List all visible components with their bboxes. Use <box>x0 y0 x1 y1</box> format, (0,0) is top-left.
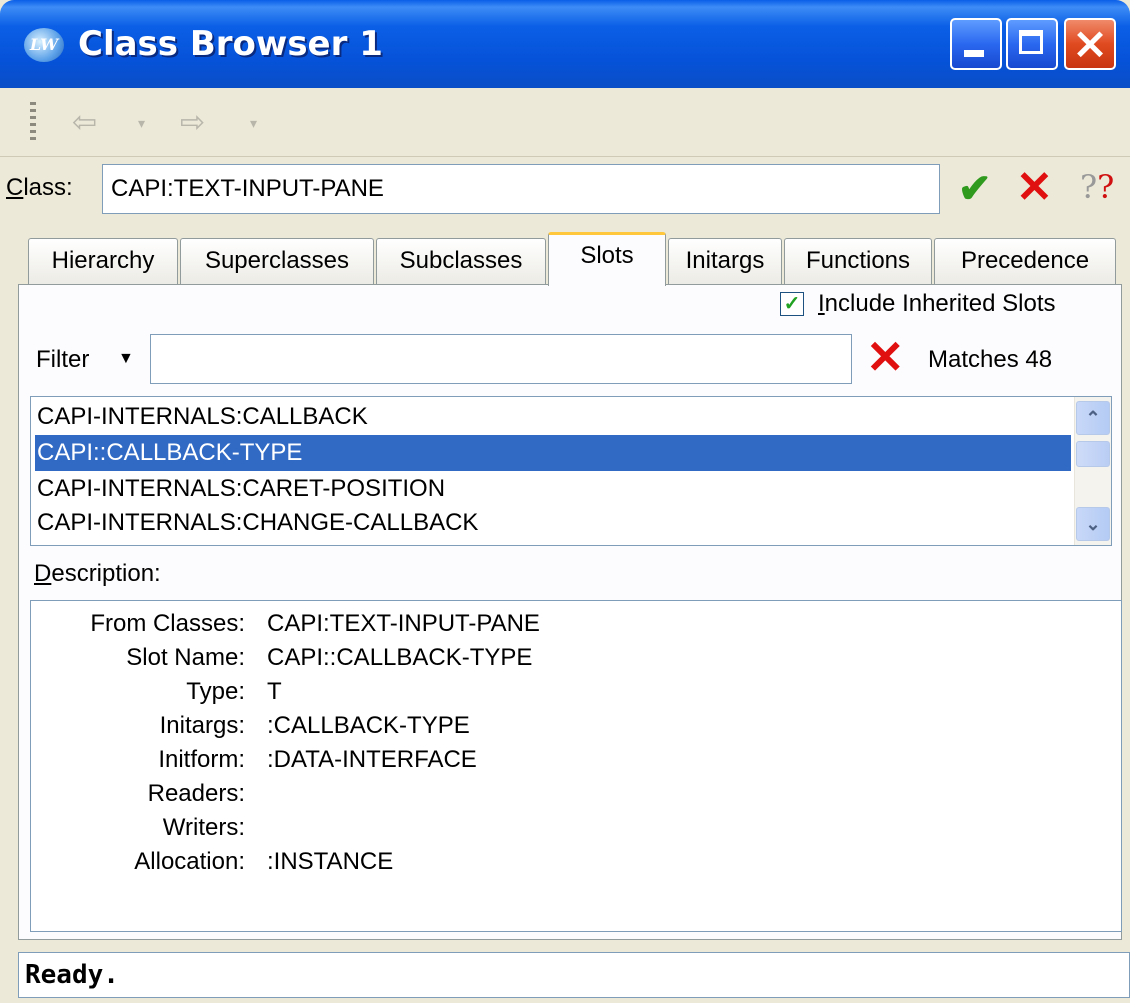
lw-app-icon: LW <box>24 28 64 62</box>
description-label-text: escription: <box>51 560 161 587</box>
close-button[interactable]: × <box>1064 18 1116 70</box>
slot-list-scrollbar[interactable]: ⌃ ⌄ <box>1074 397 1111 545</box>
description-row: Writers: <box>31 811 1111 845</box>
filter-input[interactable] <box>150 334 852 384</box>
include-inherited-text: nclude Inherited Slots <box>824 290 1056 317</box>
include-inherited-label[interactable]: Include Inherited Slots <box>818 290 1055 318</box>
help-icon-mark: ? <box>1097 168 1115 206</box>
back-dropdown-icon[interactable]: ▾ <box>138 106 145 140</box>
description-row: Readers: <box>31 777 1111 811</box>
description-box[interactable]: From Classes: CAPI:TEXT-INPUT-PANE Slot … <box>30 600 1122 932</box>
description-key: Writers: <box>162 814 245 841</box>
close-icon: × <box>1071 18 1109 69</box>
help-icon[interactable]: ?? <box>1080 168 1114 206</box>
description-value: CAPI::CALLBACK-TYPE <box>267 644 533 671</box>
toolbar-grip[interactable] <box>30 102 36 142</box>
minimize-icon <box>964 50 984 57</box>
window-title: Class Browser 1 <box>78 24 383 64</box>
description-key: Type: <box>186 678 245 705</box>
include-inherited-mnemonic: I <box>818 290 825 317</box>
slot-list-item[interactable]: CAPI-INTERNALS:CHANGE-CALLBACK <box>35 505 1071 541</box>
description-value: T <box>267 678 282 705</box>
cancel-x-icon[interactable]: ✕ <box>1016 162 1053 213</box>
description-value: :CALLBACK-TYPE <box>267 712 470 739</box>
forward-arrow-icon[interactable]: ⇨ <box>180 106 205 140</box>
class-label-text: lass: <box>23 174 73 201</box>
forward-dropdown-icon[interactable]: ▾ <box>250 106 257 140</box>
back-arrow-icon[interactable]: ⇦ <box>72 106 97 140</box>
slot-list[interactable]: CAPI-INTERNALS:CALLBACK CAPI::CALLBACK-T… <box>30 396 1112 546</box>
description-key: Allocation: <box>134 848 245 875</box>
include-inherited-checkbox[interactable]: ✓ <box>780 292 804 316</box>
tab-strip: Hierarchy Superclasses Subclasses Slots … <box>28 232 1124 286</box>
description-mnemonic: D <box>34 560 52 587</box>
description-key: Initform: <box>158 746 245 773</box>
description-key: Readers: <box>147 780 245 807</box>
class-browser-window: LW Class Browser 1 × ⇦ ▾ ⇨ ▾ Class: CAPI… <box>0 0 1130 1003</box>
tab-precedence[interactable]: Precedence <box>934 238 1116 284</box>
tab-slots[interactable]: Slots <box>548 232 666 286</box>
scroll-down-icon[interactable]: ⌄ <box>1076 507 1110 541</box>
description-row: Initargs: :CALLBACK-TYPE <box>31 709 1111 743</box>
filter-label[interactable]: Filter <box>36 346 89 374</box>
ok-check-icon[interactable]: ✔ <box>958 166 992 212</box>
maximize-button[interactable] <box>1006 18 1058 70</box>
tab-functions[interactable]: Functions <box>784 238 932 284</box>
tab-superclasses[interactable]: Superclasses <box>180 238 374 284</box>
title-bar[interactable]: LW Class Browser 1 × <box>0 0 1130 88</box>
class-label-mnemonic: C <box>6 174 24 201</box>
filter-clear-icon[interactable]: ✕ <box>866 330 905 384</box>
description-row: Allocation: :INSTANCE <box>31 845 1111 879</box>
description-key: Initargs: <box>159 712 245 739</box>
class-label: Class: <box>6 174 73 202</box>
description-value: :DATA-INTERFACE <box>267 746 477 773</box>
tab-subclasses[interactable]: Subclasses <box>376 238 546 284</box>
maximize-icon <box>1019 30 1043 54</box>
scroll-thumb[interactable] <box>1076 441 1110 467</box>
tab-initargs[interactable]: Initargs <box>668 238 782 284</box>
tab-hierarchy[interactable]: Hierarchy <box>28 238 178 284</box>
description-key: Slot Name: <box>126 644 245 671</box>
filter-dropdown-icon[interactable]: ▼ <box>118 350 134 368</box>
scroll-up-icon[interactable]: ⌃ <box>1076 401 1110 435</box>
description-row: Initform: :DATA-INTERFACE <box>31 743 1111 777</box>
description-row: Slot Name: CAPI::CALLBACK-TYPE <box>31 641 1111 675</box>
description-row: From Classes: CAPI:TEXT-INPUT-PANE <box>31 607 1111 641</box>
class-input[interactable]: CAPI:TEXT-INPUT-PANE <box>102 164 940 214</box>
description-value: CAPI:TEXT-INPUT-PANE <box>267 610 540 637</box>
description-key: From Classes: <box>90 610 245 637</box>
description-row: Type: T <box>31 675 1111 709</box>
status-bar: Ready. <box>18 952 1130 998</box>
description-value: :INSTANCE <box>267 848 394 875</box>
matches-count: Matches 48 <box>928 346 1053 373</box>
slot-list-item[interactable]: CAPI-INTERNALS:CARET-POSITION <box>35 471 1071 507</box>
description-label: Description: <box>34 560 161 588</box>
slot-list-item[interactable]: CAPI-INTERNALS:CALLBACK <box>35 399 1071 435</box>
minimize-button[interactable] <box>950 18 1002 70</box>
slot-list-item-selected[interactable]: CAPI::CALLBACK-TYPE <box>35 435 1071 471</box>
toolbar: ⇦ ▾ ⇨ ▾ <box>0 92 1130 157</box>
